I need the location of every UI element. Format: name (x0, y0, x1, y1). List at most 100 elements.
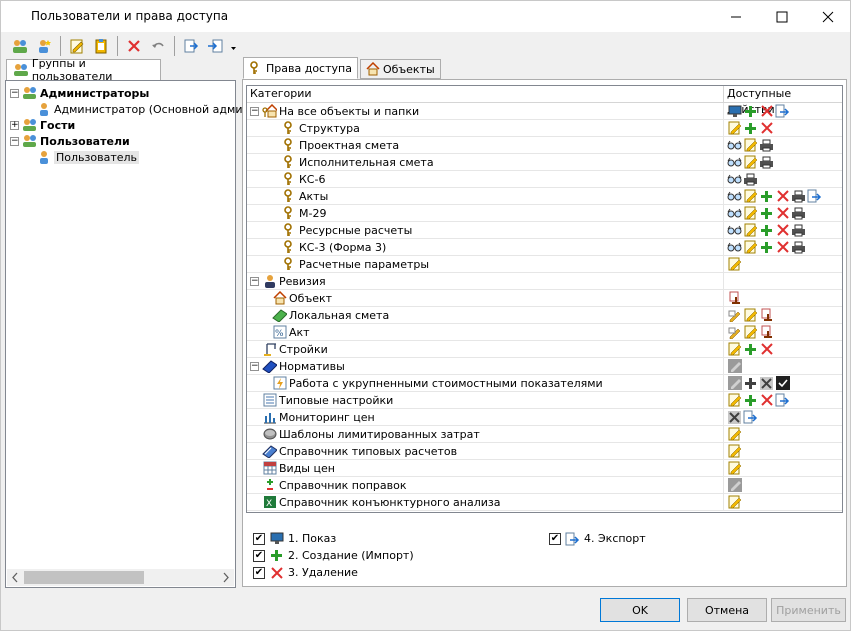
scrollbar-thumb[interactable] (24, 571, 144, 584)
glasses-icon[interactable] (727, 206, 742, 221)
tree-item[interactable]: − Администраторы (10, 85, 242, 101)
edit-icon[interactable] (743, 240, 758, 255)
plus-dark-icon[interactable] (743, 376, 758, 391)
actions-cell[interactable] (724, 154, 842, 170)
actions-cell[interactable] (724, 477, 842, 493)
grid-row[interactable]: Справочник поправок (247, 477, 842, 494)
edit-icon[interactable] (727, 427, 742, 442)
plus-icon[interactable] (743, 342, 758, 357)
edit-button[interactable] (66, 35, 88, 57)
actions-cell[interactable] (724, 375, 842, 391)
actions-cell[interactable] (724, 358, 842, 374)
print-icon[interactable] (759, 155, 774, 170)
collapse-icon[interactable]: − (250, 276, 259, 286)
edit-icon[interactable] (743, 189, 758, 204)
edit-icon[interactable] (727, 257, 742, 272)
maximize-button[interactable] (759, 1, 805, 32)
column-header-categories[interactable]: Категории (247, 86, 724, 102)
x-icon[interactable] (775, 189, 790, 204)
legend-item-create[interactable]: ✔ 2. Создание (Импорт) (253, 548, 414, 563)
glasses-icon[interactable] (727, 172, 742, 187)
ok-button[interactable]: OK (600, 598, 680, 622)
edit-gray-icon[interactable] (727, 376, 742, 391)
horizontal-scrollbar[interactable] (7, 569, 234, 586)
actions-cell[interactable] (724, 188, 842, 204)
glasses-icon[interactable] (727, 189, 742, 204)
grid-row[interactable]: Расчетные параметры (247, 256, 842, 273)
grid-row[interactable]: Ресурсные расчеты (247, 222, 842, 239)
x-icon[interactable] (775, 206, 790, 221)
grid-row[interactable]: Справочник типовых расчетов (247, 443, 842, 460)
glasses-icon[interactable] (727, 138, 742, 153)
edit-icon[interactable] (743, 308, 758, 323)
legend-item-show[interactable]: ✔ 1. Показ (253, 531, 336, 546)
grid-row[interactable]: Локальная смета (247, 307, 842, 324)
print-icon[interactable] (791, 240, 806, 255)
delete-button[interactable] (123, 35, 145, 57)
collapse-icon[interactable]: − (10, 88, 19, 98)
actions-cell[interactable] (724, 409, 842, 425)
plus-icon[interactable] (743, 393, 758, 408)
grid-row[interactable]: − На все объекты и папки (247, 103, 842, 120)
grid-row[interactable]: Проектная смета (247, 137, 842, 154)
actions-cell[interactable] (724, 222, 842, 238)
print-icon[interactable] (791, 206, 806, 221)
edit-icon[interactable] (743, 138, 758, 153)
apply-button[interactable]: Применить (771, 598, 846, 622)
edit-icon[interactable] (743, 155, 758, 170)
scroll-left-icon[interactable] (7, 569, 23, 586)
x-dark-icon[interactable] (759, 376, 774, 391)
actions-cell[interactable] (724, 137, 842, 153)
stamp-icon[interactable] (759, 325, 774, 340)
pen-icon[interactable] (727, 308, 742, 323)
collapse-icon[interactable]: − (10, 136, 19, 146)
tab-access-rights[interactable]: Права доступа (243, 57, 358, 79)
actions-cell[interactable] (724, 171, 842, 187)
actions-cell[interactable] (724, 392, 842, 408)
add-user-button[interactable] (33, 35, 55, 57)
tab-objects[interactable]: Объекты (359, 59, 441, 79)
collapse-icon[interactable]: − (250, 106, 259, 116)
grid-row[interactable]: − Ревизия (247, 273, 842, 290)
actions-cell[interactable] (724, 256, 842, 272)
print-icon[interactable] (759, 138, 774, 153)
grid-row[interactable]: Объект (247, 290, 842, 307)
x-icon[interactable] (759, 342, 774, 357)
x-icon[interactable] (759, 104, 774, 119)
toolbar-dropdown-button[interactable] (228, 35, 238, 57)
tree-item[interactable]: − Пользователи (10, 133, 242, 149)
actions-cell[interactable] (724, 426, 842, 442)
print-icon[interactable] (791, 189, 806, 204)
tree-item[interactable]: Администратор (Основной адми (10, 101, 242, 117)
stamp-icon[interactable] (727, 291, 742, 306)
undo-button[interactable] (147, 35, 169, 57)
glasses-icon[interactable] (727, 155, 742, 170)
edit-icon[interactable] (727, 461, 742, 476)
print-icon[interactable] (791, 223, 806, 238)
glasses-icon[interactable] (727, 240, 742, 255)
permissions-grid[interactable]: Категории Доступные действия − На все объ… (246, 85, 843, 513)
actions-cell[interactable] (724, 341, 842, 357)
checkbox[interactable]: ✔ (253, 566, 265, 579)
grid-row[interactable]: Акты (247, 188, 842, 205)
actions-cell[interactable] (724, 324, 842, 340)
plus-icon[interactable] (759, 189, 774, 204)
column-header-actions[interactable]: Доступные действия (724, 86, 842, 116)
tree-item[interactable]: Пользователь (10, 149, 242, 165)
legend-item-delete[interactable]: ✔ 3. Удаление (253, 565, 358, 580)
pen-icon[interactable] (727, 325, 742, 340)
grid-row[interactable]: − Нормативы (247, 358, 842, 375)
print-icon[interactable] (743, 172, 758, 187)
monitor-icon[interactable] (727, 104, 742, 119)
tab-groups-and-users[interactable]: Группы и пользователи (6, 57, 161, 83)
actions-cell[interactable] (724, 205, 842, 221)
actions-cell[interactable] (724, 494, 842, 510)
properties-button[interactable] (90, 35, 112, 57)
minimize-button[interactable] (713, 1, 759, 32)
actions-cell[interactable] (724, 120, 842, 136)
edit-icon[interactable] (727, 121, 742, 136)
plus-icon[interactable] (743, 104, 758, 119)
cancel-button[interactable]: Отмена (687, 598, 767, 622)
edit-gray-icon[interactable] (727, 478, 742, 493)
check-dark-icon[interactable] (775, 376, 790, 391)
